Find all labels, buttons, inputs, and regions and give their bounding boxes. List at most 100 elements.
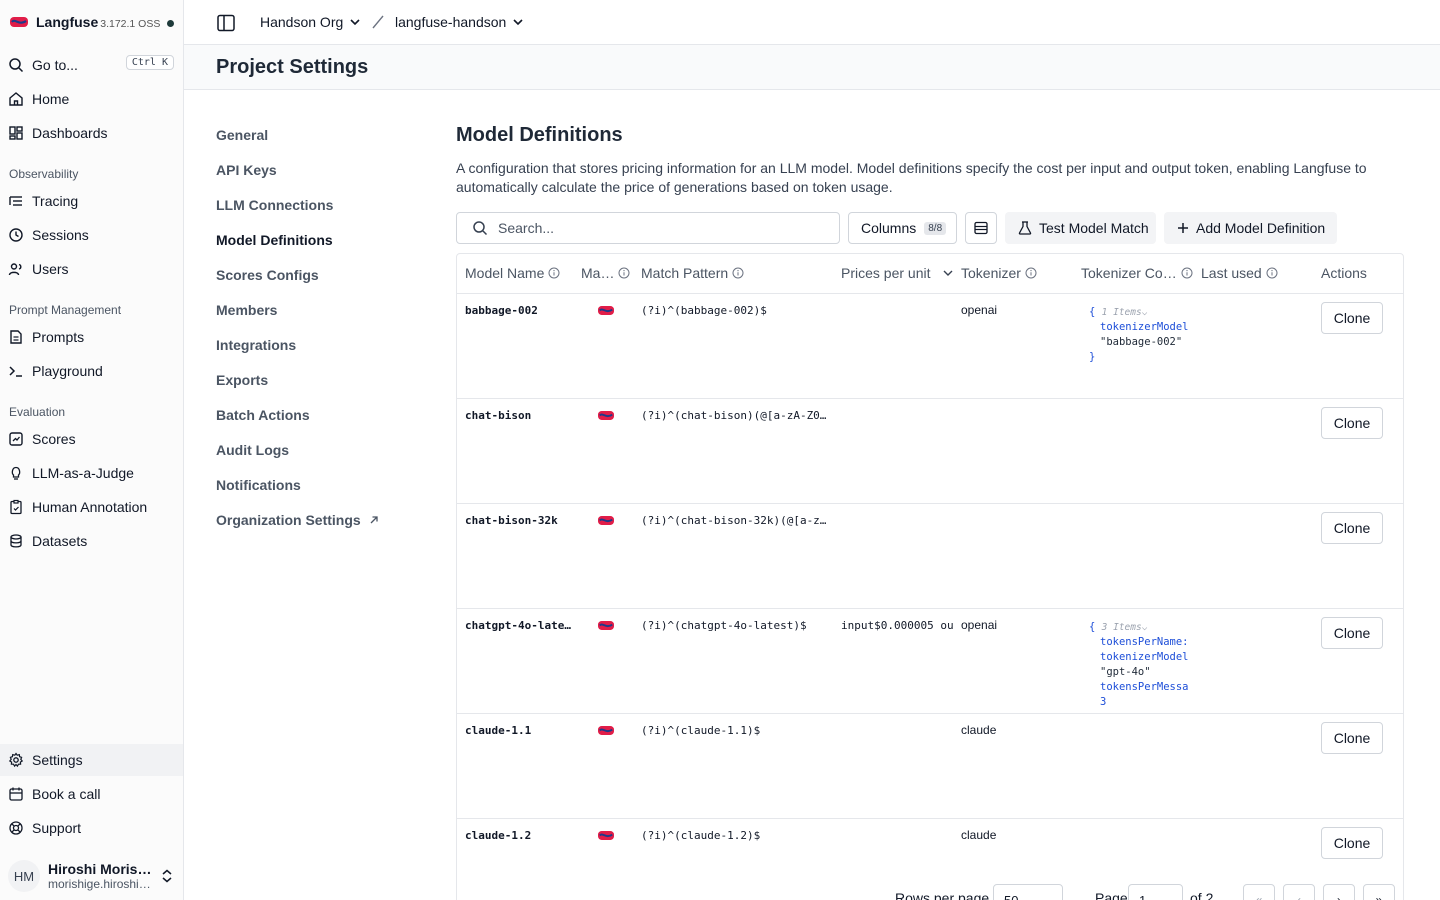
header-model-name[interactable]: Model Name bbox=[465, 265, 560, 281]
rows-per-page-select[interactable]: 50 bbox=[993, 884, 1063, 900]
last-page-button[interactable]: » bbox=[1363, 884, 1395, 900]
file-text-icon bbox=[10, 330, 22, 344]
settings-nav-llm-connections[interactable]: LLM Connections bbox=[216, 187, 416, 222]
sidebar-item-dashboards[interactable]: Dashboards bbox=[8, 121, 178, 145]
test-model-match-button[interactable]: Test Model Match bbox=[1005, 212, 1156, 244]
settings-nav-notifications[interactable]: Notifications bbox=[216, 467, 416, 502]
clone-button[interactable]: Clone bbox=[1321, 827, 1383, 859]
settings-nav-scores-configs[interactable]: Scores Configs bbox=[216, 257, 416, 292]
brand[interactable]: Langfuse 3.172.1 OSS bbox=[10, 12, 180, 32]
table-row[interactable]: chat-bison-32k (?i)^(chat-bison-32k)(@[a… bbox=[457, 504, 1403, 609]
clone-button[interactable]: Clone bbox=[1321, 407, 1383, 439]
sidebar-item-label: Support bbox=[32, 820, 82, 836]
lightbulb-icon bbox=[11, 466, 21, 480]
goto-button[interactable]: Go to... Ctrl K bbox=[8, 53, 176, 77]
header-maintainer[interactable]: Ma… bbox=[581, 265, 630, 281]
next-page-button[interactable]: › bbox=[1323, 884, 1355, 900]
settings-nav-integrations[interactable]: Integrations bbox=[216, 327, 416, 362]
settings-nav-audit-logs[interactable]: Audit Logs bbox=[216, 432, 416, 467]
cell-model-name: chat-bison bbox=[465, 409, 532, 422]
row-height-button[interactable] bbox=[965, 212, 997, 244]
clone-button[interactable]: Clone bbox=[1321, 722, 1383, 754]
settings-nav-general[interactable]: General bbox=[216, 117, 416, 152]
sidebar-item-sessions[interactable]: Sessions bbox=[8, 223, 178, 247]
sidebar-toggle-icon[interactable] bbox=[216, 13, 236, 33]
chevron-down-icon[interactable]: ⌵ bbox=[1142, 622, 1148, 633]
settings-nav-members[interactable]: Members bbox=[216, 292, 416, 327]
add-model-definition-button[interactable]: Add Model Definition bbox=[1164, 212, 1337, 244]
sidebar-item-home[interactable]: Home bbox=[8, 87, 178, 111]
chevron-down-icon[interactable]: ⌵ bbox=[1142, 307, 1148, 318]
search-box[interactable] bbox=[456, 212, 840, 244]
sidebar-item-book-a-call[interactable]: Book a call bbox=[8, 782, 178, 806]
chevrons-up-down-icon bbox=[162, 869, 172, 883]
sidebar-item-prompts[interactable]: Prompts bbox=[8, 325, 178, 349]
header-prices-per-unit[interactable]: Prices per unit bbox=[841, 265, 954, 281]
table-row[interactable]: chat-bison (?i)^(chat-bison)(@[a-zA-Z0… … bbox=[457, 399, 1403, 504]
page-title: Project Settings bbox=[216, 56, 369, 78]
cell-match-pattern: (?i)^(claude-1.1)$ bbox=[641, 724, 761, 737]
table-row[interactable]: claude-1.1 (?i)^(claude-1.1)$ claude Clo… bbox=[457, 714, 1403, 819]
cell-model-name: babbage-002 bbox=[465, 304, 538, 317]
sidebar-item-tracing[interactable]: Tracing bbox=[8, 189, 178, 213]
search-input[interactable] bbox=[498, 220, 818, 236]
cell-tokenizer: openai bbox=[961, 303, 998, 317]
header-label: Prices per unit bbox=[841, 265, 931, 281]
json-close-brace: } bbox=[1089, 351, 1096, 363]
topbar: Handson Org langfuse-handson bbox=[184, 0, 1440, 45]
cell-prices: input$0.000005 ou bbox=[841, 619, 954, 632]
header-match-pattern[interactable]: Match Pattern bbox=[641, 265, 744, 281]
settings-nav-organization-settings[interactable]: Organization Settings bbox=[216, 502, 416, 537]
tracing-icon bbox=[9, 196, 22, 206]
cell-tokenizer: openai bbox=[961, 618, 998, 632]
json-item-count: 3 Items bbox=[1101, 622, 1142, 633]
header-tokenizer-config[interactable]: Tokenizer Co… bbox=[1081, 265, 1193, 281]
org-switcher[interactable]: Handson Org bbox=[260, 12, 361, 32]
sidebar-item-label: Scores bbox=[32, 431, 76, 447]
sidebar-item-playground[interactable]: Playground bbox=[8, 359, 178, 383]
calendar-icon bbox=[9, 787, 23, 801]
sidebar-item-label: Book a call bbox=[32, 786, 101, 802]
prev-page-button[interactable]: ‹ bbox=[1283, 884, 1315, 900]
sidebar-item-settings[interactable]: Settings bbox=[0, 744, 183, 776]
cell-tokenizer-config: { 1 Items⌵ tokenizerModel "babbage-002" … bbox=[1089, 305, 1201, 365]
header-last-used[interactable]: Last used bbox=[1201, 265, 1278, 281]
sidebar-item-scores[interactable]: Scores bbox=[8, 427, 178, 451]
clone-button[interactable]: Clone bbox=[1321, 512, 1383, 544]
clone-button[interactable]: Clone bbox=[1321, 302, 1383, 334]
user-menu[interactable]: HM Hiroshi Moris… morishige.hiroshi… bbox=[8, 858, 178, 894]
sidebar-item-label: Tracing bbox=[32, 193, 79, 209]
header-tokenizer[interactable]: Tokenizer bbox=[961, 265, 1037, 281]
settings-nav-exports[interactable]: Exports bbox=[216, 362, 416, 397]
sidebar-item-human-annotation[interactable]: Human Annotation bbox=[8, 495, 178, 519]
header-label: Model Name bbox=[465, 265, 545, 281]
settings-nav-batch-actions[interactable]: Batch Actions bbox=[216, 397, 416, 432]
page-input[interactable]: 1 bbox=[1128, 884, 1183, 900]
first-page-button[interactable]: « bbox=[1243, 884, 1275, 900]
user-email: morishige.hiroshi… bbox=[48, 877, 151, 891]
clone-button[interactable]: Clone bbox=[1321, 617, 1383, 649]
table-row[interactable]: babbage-002 (?i)^(babbage-002)$ openai {… bbox=[457, 294, 1403, 399]
breadcrumb-slash-icon bbox=[372, 15, 384, 29]
info-icon bbox=[1266, 267, 1278, 279]
columns-button[interactable]: Columns 8/8 bbox=[848, 212, 957, 244]
header-label: Ma… bbox=[581, 265, 615, 281]
json-key: tokensPerName: bbox=[1100, 636, 1189, 648]
project-switcher[interactable]: langfuse-handson bbox=[395, 12, 524, 32]
settings-nav: General API Keys LLM Connections Model D… bbox=[216, 117, 416, 537]
settings-nav-api-keys[interactable]: API Keys bbox=[216, 152, 416, 187]
section-label-prompt-management: Prompt Management bbox=[9, 303, 122, 317]
sidebar-item-datasets[interactable]: Datasets bbox=[8, 529, 178, 553]
search-icon bbox=[9, 58, 24, 73]
section-description: A configuration that stores pricing info… bbox=[456, 160, 1367, 195]
external-link-icon bbox=[370, 515, 378, 523]
table-row[interactable]: chatgpt-4o-late… (?i)^(chatgpt-4o-latest… bbox=[457, 609, 1403, 714]
chevrons-right-icon: » bbox=[1375, 893, 1383, 900]
sidebar-item-users[interactable]: Users bbox=[8, 257, 178, 281]
sidebar-item-llm-as-a-judge[interactable]: LLM-as-a-Judge bbox=[8, 461, 178, 485]
chevron-down-icon bbox=[513, 19, 523, 26]
cell-match-pattern: (?i)^(chatgpt-4o-latest)$ bbox=[641, 619, 807, 632]
sidebar-item-support[interactable]: Support bbox=[8, 816, 178, 840]
home-icon bbox=[9, 92, 23, 106]
settings-nav-model-definitions[interactable]: Model Definitions bbox=[216, 222, 416, 257]
